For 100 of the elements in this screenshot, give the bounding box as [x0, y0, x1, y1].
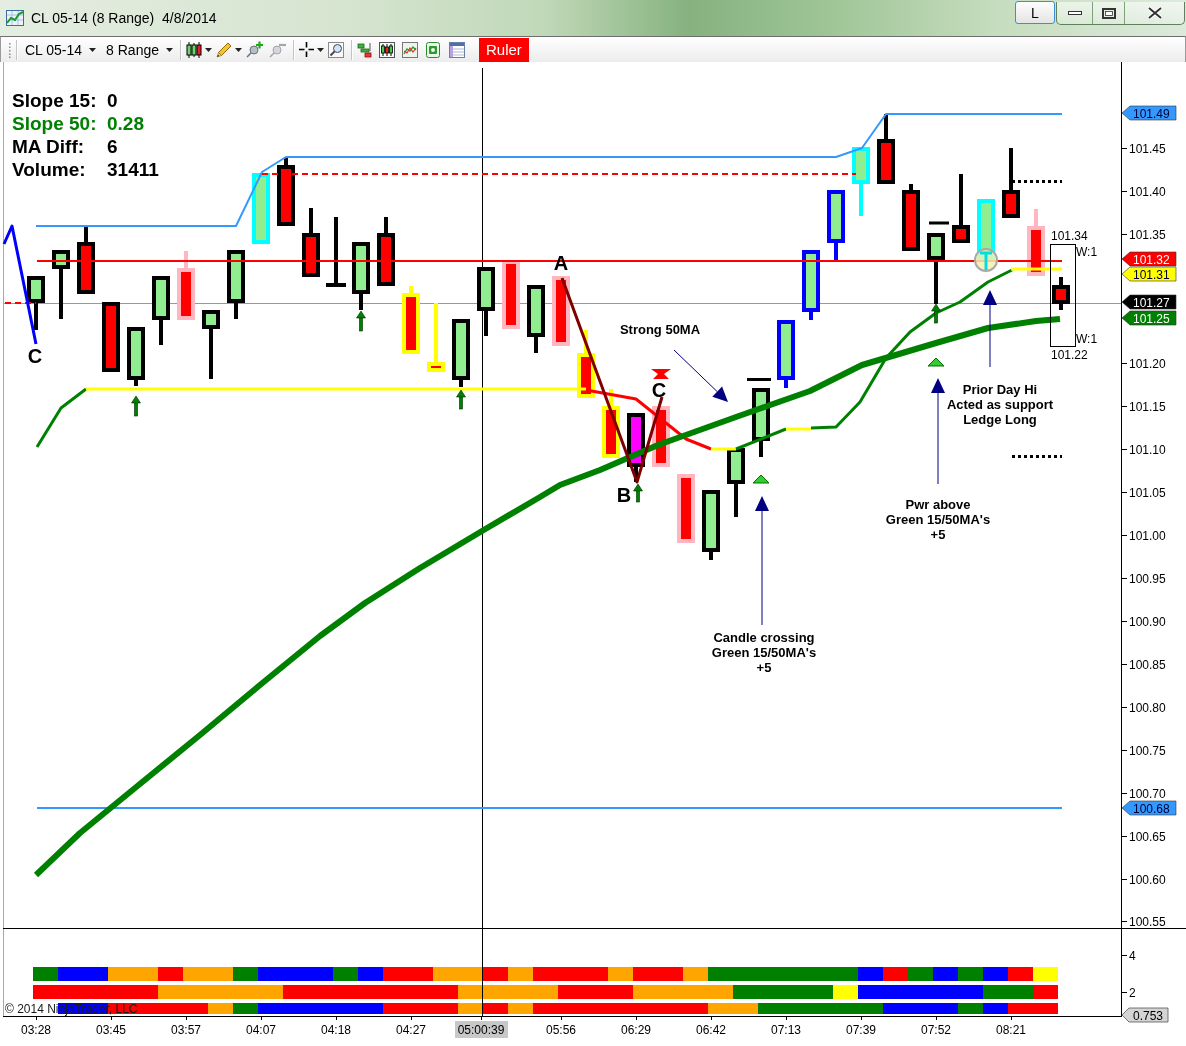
price-tag: 101.31: [1121, 266, 1177, 282]
candlestick: [1027, 209, 1045, 276]
price-tick-label: 100.95: [1129, 571, 1166, 586]
maximize-icon: [1101, 7, 1116, 19]
caret-icon: [205, 47, 212, 52]
candlestick: [477, 267, 495, 336]
triangle-marker-icon: [752, 474, 770, 484]
price-tag: 101.49: [1121, 105, 1177, 121]
candlestick: [427, 303, 445, 372]
price-tick-label: 101.00: [1129, 528, 1166, 543]
magnifier-icon: [328, 41, 344, 58]
time-label: 04:07: [246, 1023, 276, 1037]
price-tick-label: 100.55: [1129, 914, 1166, 928]
candlestick: [777, 320, 795, 388]
window-button[interactable]: L: [1015, 1, 1055, 24]
time-label: 07:13: [771, 1023, 801, 1037]
price-tag: 101.32: [1121, 251, 1177, 267]
up-arrow-icon: [931, 303, 941, 324]
minimize-icon: [1067, 11, 1082, 15]
line-chart-icon: [402, 41, 418, 58]
caret-icon: [235, 47, 242, 52]
candlestick: [326, 217, 346, 287]
price-tick-label: 100.85: [1129, 657, 1166, 672]
candlestick: [352, 242, 370, 310]
candlestick: [827, 190, 845, 260]
time-label: 06:42: [696, 1023, 726, 1037]
time-label: 07:39: [846, 1023, 876, 1037]
up-arrow-icon: [633, 483, 643, 503]
candlestick: [402, 286, 420, 354]
dash-marker-icon: [747, 378, 771, 381]
price-tick-label: 100.75: [1129, 743, 1166, 758]
candlestick: [702, 490, 720, 560]
chart-note: Pwr above Green 15/50MA's +5: [885, 497, 991, 542]
candlestick: [527, 285, 545, 353]
stat-value: 0.28: [107, 113, 144, 134]
up-arrow-icon: [456, 389, 466, 410]
candlestick: [1052, 277, 1070, 310]
candlestick: [552, 276, 570, 346]
stat-label: Slope 15:: [12, 90, 97, 111]
candlestick: [927, 233, 945, 304]
grip-icon: [8, 41, 11, 58]
indicator-tick-label: 2: [1129, 985, 1136, 1000]
instrument-dropdown[interactable]: CL 05-14: [25, 38, 97, 61]
time-label: 03:28: [21, 1023, 51, 1037]
candlestick: [902, 184, 920, 251]
time-label: 03:57: [171, 1023, 201, 1037]
indicator-tick-label: 4: [1129, 948, 1136, 963]
ruler-button[interactable]: Ruler: [479, 37, 529, 62]
candlestick: [802, 250, 820, 320]
range-width-label: W:1: [1076, 332, 1098, 346]
crosshair-icon: [299, 42, 314, 57]
pushpin-plus-icon: [246, 41, 263, 58]
time-label: 05:56: [546, 1023, 576, 1037]
annotation-arrow: [673, 349, 728, 402]
candlestick-chart-icon: [379, 41, 395, 58]
hourglass-marker-icon: [651, 369, 671, 379]
candlestick: [102, 302, 120, 372]
candlestick-icon: [186, 41, 202, 58]
stat-label: Volume:: [12, 159, 86, 180]
window-title: CL 05-14 (8 Range) 4/8/2014: [31, 9, 217, 27]
triangle-marker-icon: [927, 357, 945, 367]
pushpin-minus-icon: [269, 41, 286, 58]
candlestick: [602, 389, 620, 458]
banknote-icon: [426, 41, 440, 58]
candlestick: [577, 330, 595, 398]
price-tag: 100.68: [1121, 800, 1177, 816]
price-tick-label: 100.70: [1129, 786, 1166, 801]
time-label: 04:18: [321, 1023, 351, 1037]
price-tick-label: 101.15: [1129, 399, 1166, 414]
period-dropdown[interactable]: 8 Range: [106, 38, 173, 61]
dotted-line: [1012, 455, 1062, 458]
pencil-icon: [216, 41, 232, 58]
price-tick-label: 101.40: [1129, 184, 1166, 199]
candlestick: [177, 251, 195, 320]
price-tick-label: 101.20: [1129, 356, 1166, 371]
stat-label: Slope 50:: [12, 113, 97, 134]
price-tick-label: 100.60: [1129, 872, 1166, 887]
pattern-label: C: [27, 345, 43, 367]
price-tick-label: 100.80: [1129, 700, 1166, 715]
dashed-level-line: [4, 302, 37, 304]
value-tag: 0.753: [1121, 1007, 1169, 1023]
candlestick: [727, 448, 745, 517]
bar-chart-icon: [357, 41, 373, 58]
caret-icon: [89, 47, 97, 52]
stat-label: MA Diff:: [12, 136, 85, 157]
candlestick: [152, 276, 170, 345]
candlestick: [852, 147, 870, 216]
time-label: 03:45: [96, 1023, 126, 1037]
candlestick: [952, 174, 970, 243]
price-tick-label: 101.35: [1129, 227, 1166, 242]
candlestick: [452, 319, 470, 387]
candlestick: [27, 276, 45, 330]
time-label: 05:00:39: [455, 1021, 508, 1038]
pattern-label: C: [651, 379, 667, 401]
price-tick-label: 100.65: [1129, 829, 1166, 844]
range-low-label: 101.22: [1051, 348, 1088, 362]
range-high-label: 101.34: [1051, 229, 1088, 243]
candlestick: [502, 260, 520, 329]
up-arrow-icon: [131, 395, 141, 417]
candlestick: [77, 226, 95, 294]
